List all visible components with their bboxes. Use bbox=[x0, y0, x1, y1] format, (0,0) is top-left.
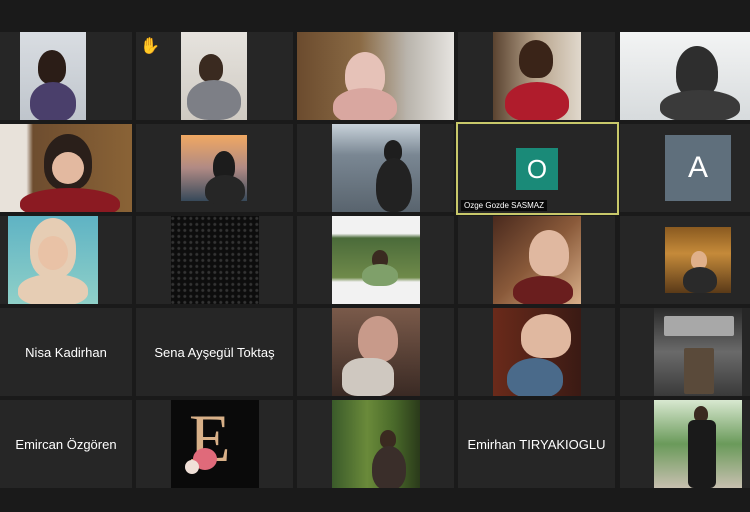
participant-video: E bbox=[171, 400, 259, 488]
participant-tile[interactable] bbox=[458, 32, 615, 120]
participant-name: Emirhan TIRYAKIOGLU bbox=[467, 436, 606, 452]
participant-video bbox=[665, 227, 731, 293]
participant-tile[interactable] bbox=[136, 124, 293, 212]
participant-tile[interactable]: Sena Ayşegül Toktaş bbox=[136, 308, 293, 396]
participant-tile[interactable] bbox=[297, 216, 454, 304]
participant-tile[interactable] bbox=[297, 308, 454, 396]
participant-video bbox=[0, 124, 132, 212]
participant-video bbox=[20, 32, 86, 120]
participant-video bbox=[493, 32, 581, 120]
participant-tile[interactable]: A bbox=[620, 124, 750, 212]
participant-name: Nisa Kadirhan bbox=[25, 344, 107, 360]
avatar: A bbox=[665, 135, 731, 201]
participant-name: Emircan Özgören bbox=[15, 436, 117, 452]
participant-tile[interactable] bbox=[297, 400, 454, 488]
participant-video bbox=[493, 308, 581, 396]
participant-tile[interactable] bbox=[620, 308, 750, 396]
participant-video bbox=[654, 308, 742, 396]
raised-hand-icon: ✋ bbox=[140, 38, 160, 55]
participant-tile[interactable]: Emircan Özgören bbox=[0, 400, 132, 488]
participant-video bbox=[620, 32, 750, 120]
participant-name-label: Ozge Gozde SASMAZ bbox=[461, 200, 548, 211]
participant-tile[interactable] bbox=[620, 216, 750, 304]
participant-tile[interactable] bbox=[620, 400, 750, 488]
participant-tile[interactable] bbox=[458, 308, 615, 396]
participant-video bbox=[297, 32, 454, 120]
participant-tile[interactable] bbox=[297, 32, 454, 120]
participant-video bbox=[332, 308, 420, 396]
participant-tile[interactable] bbox=[620, 32, 750, 120]
participant-tile[interactable]: E bbox=[136, 400, 293, 488]
participant-tile[interactable]: Nisa Kadirhan bbox=[0, 308, 132, 396]
participant-name: Sena Ayşegül Toktaş bbox=[154, 344, 275, 360]
participant-video bbox=[332, 124, 420, 212]
participant-video bbox=[181, 135, 247, 205]
participant-video bbox=[332, 400, 420, 488]
participant-tile[interactable] bbox=[0, 32, 132, 120]
participant-tile[interactable] bbox=[0, 124, 132, 212]
avatar: O bbox=[516, 148, 558, 190]
participant-video bbox=[8, 216, 98, 304]
participant-tile[interactable]: Emirhan TIRYAKIOGLU bbox=[458, 400, 615, 488]
participant-video bbox=[181, 32, 247, 120]
video-grid: ✋ O Ozge Gozde SASMAZ A Nisa Kadirhan Se… bbox=[0, 0, 750, 512]
participant-video bbox=[493, 216, 581, 304]
participant-tile[interactable]: ✋ bbox=[136, 32, 293, 120]
participant-video bbox=[332, 216, 420, 304]
participant-video bbox=[654, 400, 742, 488]
participant-tile-active[interactable]: O Ozge Gozde SASMAZ bbox=[456, 122, 619, 215]
participant-tile[interactable] bbox=[0, 216, 132, 304]
participant-tile[interactable] bbox=[136, 216, 293, 304]
participant-tile[interactable] bbox=[458, 216, 615, 304]
participant-tile[interactable] bbox=[297, 124, 454, 212]
participant-video bbox=[171, 216, 259, 304]
